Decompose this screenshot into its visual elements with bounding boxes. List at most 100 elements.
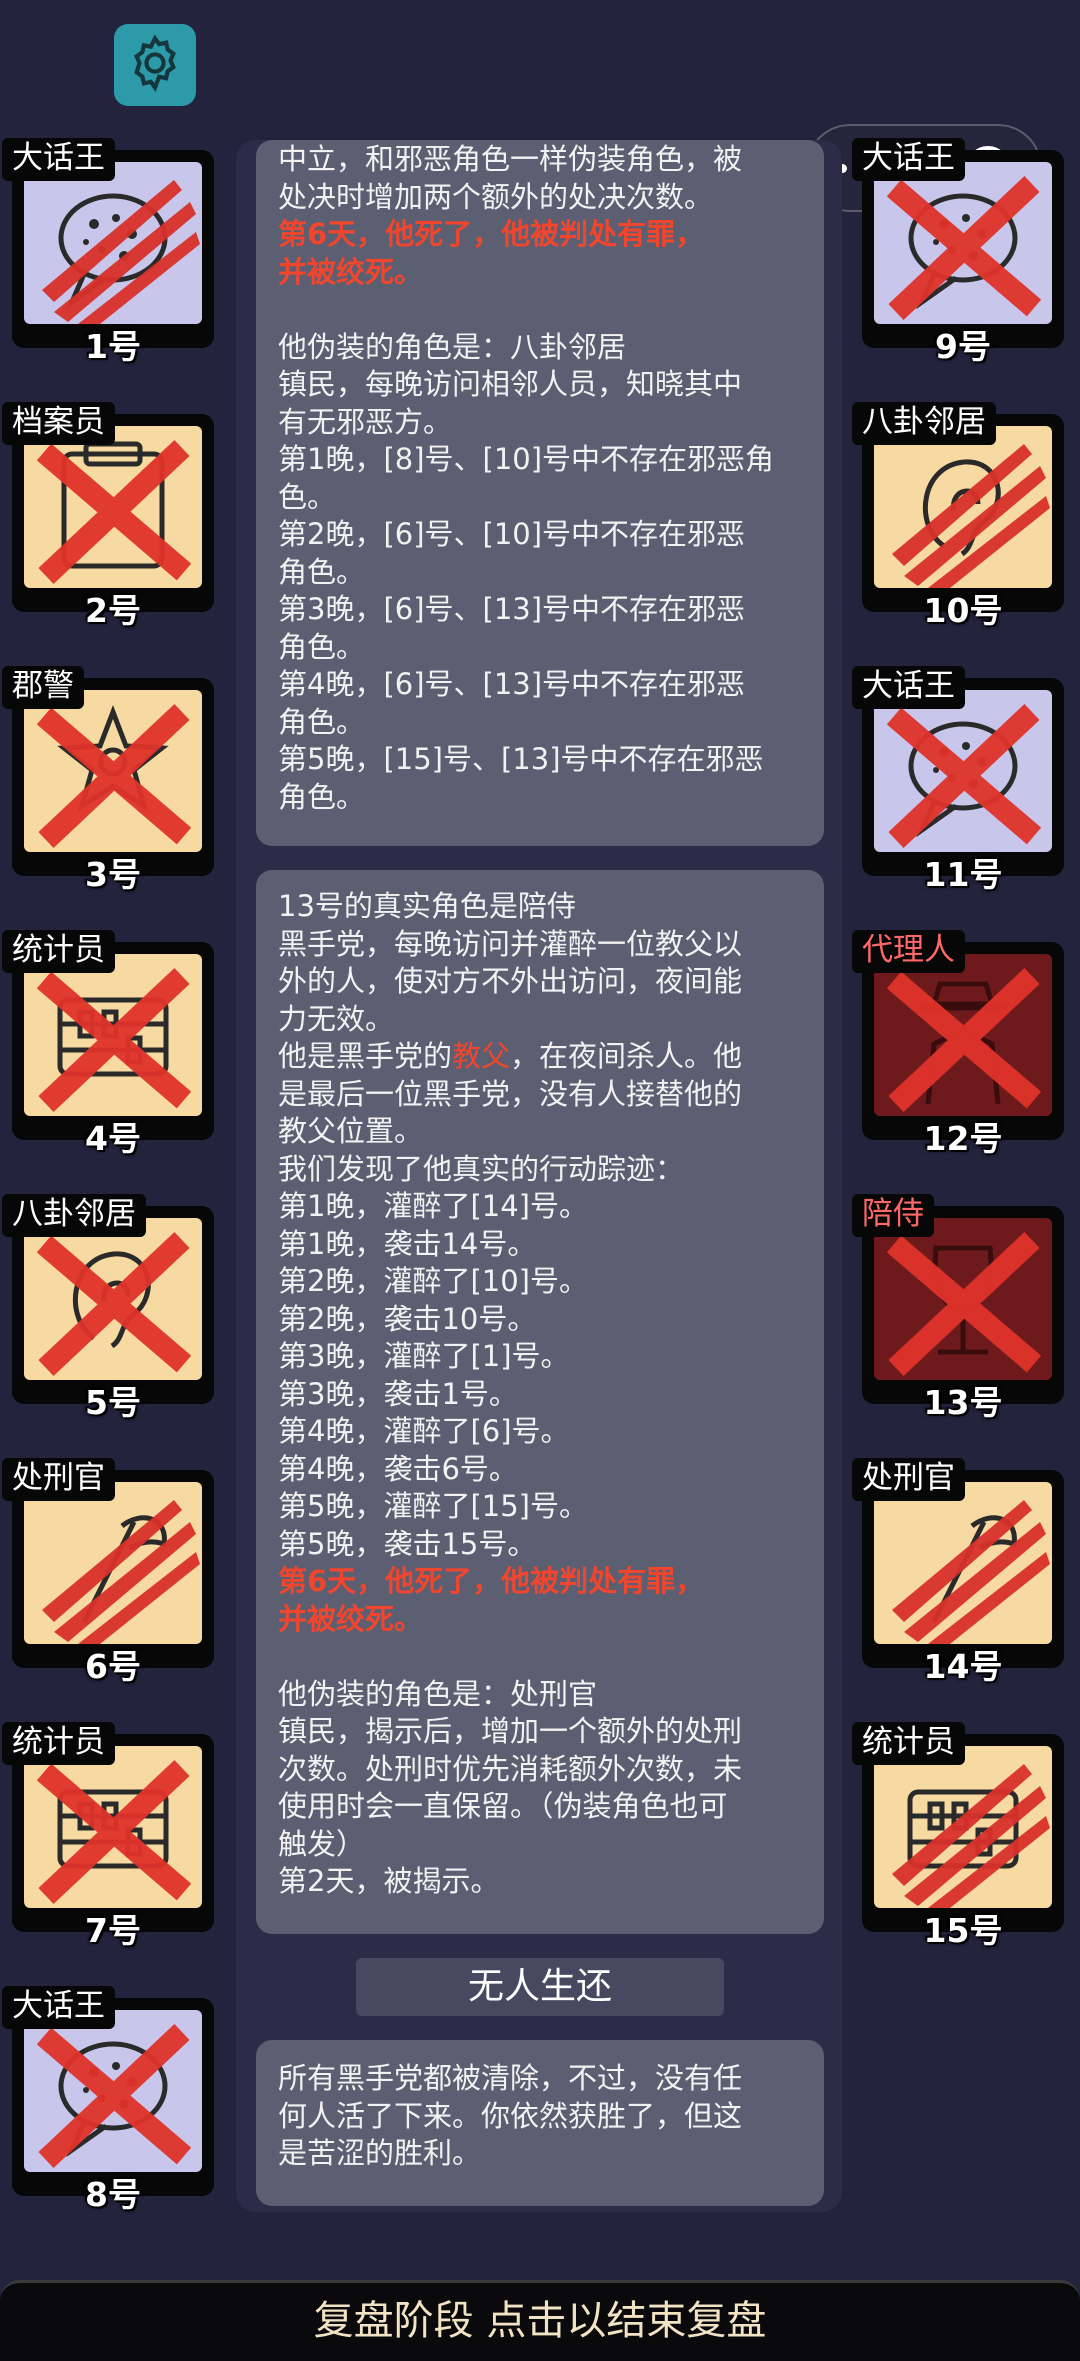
log-spacer — [278, 291, 802, 329]
role-name: 大话王 — [852, 138, 965, 182]
log-line: 第2晚，灌醉了[10]号。 — [278, 1264, 588, 1298]
log-line: 他伪装的角色是：八卦邻居 — [278, 329, 627, 364]
role-keyword: 教父 — [452, 1039, 511, 1073]
log-line: 第4晚，[6]号、[13]号中不存在邪恶 — [278, 667, 746, 701]
log-line: 第5晚，袭击15号。 — [278, 1526, 537, 1561]
role-name: 统计员 — [2, 1722, 115, 1766]
card-portrait — [874, 1482, 1052, 1644]
log-line: 13号的真实角色是陪侍 — [278, 889, 576, 923]
player-card[interactable]: 郡警 3号 — [2, 666, 214, 894]
player-card[interactable]: 大话王 1号 — [2, 138, 214, 366]
player-number: 8号 — [85, 2175, 141, 2214]
player-card[interactable]: 统计员 4号 — [2, 930, 214, 1158]
log-line: 是苦涩的胜利。 — [278, 2136, 482, 2170]
card-portrait — [24, 426, 202, 588]
log-text: ，在夜间杀人。他 — [510, 1039, 743, 1073]
eliminated-cross-icon — [886, 1231, 1042, 1377]
log-line: 次数。处刑时优先消耗额外次数，未 — [278, 1751, 743, 1786]
log-line: 中立，和邪恶角色一样伪装角色，被 — [278, 142, 743, 176]
player-card[interactable]: 陪侍 13号 — [852, 1194, 1064, 1422]
eliminated-cross-icon — [36, 703, 192, 849]
player-number: 13号 — [923, 1383, 1003, 1422]
role-name: 处刑官 — [2, 1458, 115, 1502]
role-name: 大话王 — [2, 1986, 115, 2030]
log-line: 镇民，每晚访问相邻人员，知晓其中 — [278, 367, 743, 401]
end-review-button[interactable]: 复盘阶段 点击以结束复盘 — [0, 2280, 1080, 2361]
claw-mark-icon — [892, 1500, 1050, 1644]
log-line: 角色。 — [278, 554, 366, 589]
player-card[interactable]: 大话王 8号 — [2, 1986, 214, 2214]
log-line: 第4晚，袭击6号。 — [278, 1451, 518, 1486]
log-line: 他伪装的角色是：处刑官 — [278, 1676, 598, 1711]
log-line: 有无邪恶方。 — [278, 404, 453, 439]
player-number: 2号 — [85, 591, 141, 630]
log-line: 第2晚，袭击10号。 — [278, 1301, 537, 1336]
player-number: 5号 — [85, 1383, 141, 1422]
log-line: 第2天，被揭示。 — [278, 1864, 500, 1898]
log-panel-role-reveal-1: 中立，和邪恶角色一样伪装角色，被 处决时增加两个额外的处决次数。 第6天，他死了，他… — [256, 140, 824, 846]
log-line: 使用时会一直保留。（伪装角色也可 — [278, 1789, 728, 1823]
eliminated-cross-icon — [36, 1231, 192, 1377]
role-name: 八卦邻居 — [852, 402, 996, 446]
card-portrait — [24, 1482, 202, 1644]
card-portrait — [874, 426, 1052, 588]
log-line: 角色。 — [278, 704, 366, 739]
card-portrait — [874, 690, 1052, 852]
player-card[interactable]: 统计员 7号 — [2, 1722, 214, 1950]
role-name: 陪侍 — [852, 1194, 934, 1238]
log-line: 所有黑手党都被清除，不过，没有任 — [278, 2061, 743, 2095]
log-line: 角色。 — [278, 779, 366, 814]
player-number: 9号 — [935, 327, 991, 366]
log-line: 角色。 — [278, 629, 366, 664]
card-portrait — [874, 1746, 1052, 1908]
claw-mark-icon — [892, 444, 1050, 588]
player-card[interactable]: 大话王 11号 — [852, 666, 1064, 894]
log-line: 他是黑手党的教父，在夜间杀人。他 — [278, 1038, 802, 1076]
log-line: 第3晚，袭击1号。 — [278, 1376, 518, 1411]
player-card[interactable]: 大话王 9号 — [852, 138, 1064, 366]
log-line: 触发） — [278, 1826, 366, 1861]
claw-mark-icon — [42, 180, 200, 324]
card-portrait — [24, 954, 202, 1116]
role-name: 郡警 — [2, 666, 84, 710]
eliminated-cross-icon — [886, 967, 1042, 1113]
gear-icon — [124, 32, 186, 98]
player-card[interactable]: 代理人 12号 — [852, 930, 1064, 1158]
player-number: 10号 — [923, 591, 1003, 630]
role-name: 档案员 — [2, 402, 115, 446]
log-line: 第4晚，灌醉了[6]号。 — [278, 1414, 570, 1448]
eliminated-cross-icon — [36, 2023, 192, 2169]
claw-mark-icon — [42, 1500, 200, 1644]
log-line: 是最后一位黑手党，没有人接替他的 — [278, 1076, 743, 1111]
log-line: 第1晚，灌醉了[14]号。 — [278, 1189, 588, 1223]
log-line: 第5晚，灌醉了[15]号。 — [278, 1489, 588, 1523]
eliminated-cross-icon — [36, 967, 192, 1113]
player-card[interactable]: 处刑官 6号 — [2, 1458, 214, 1686]
card-portrait — [874, 162, 1052, 324]
log-line: 第6天，他死了，他被判处有罪， — [278, 1564, 705, 1598]
log-line: 色。 — [278, 479, 337, 514]
log-line: 处决时增加两个额外的处决次数。 — [278, 179, 714, 214]
player-card[interactable]: 八卦邻居 5号 — [2, 1194, 214, 1422]
role-name: 大话王 — [2, 138, 115, 182]
player-card[interactable]: 处刑官 14号 — [852, 1458, 1064, 1686]
card-portrait — [24, 162, 202, 324]
player-card[interactable]: 八卦邻居 10号 — [852, 402, 1064, 630]
player-number: 14号 — [923, 1647, 1003, 1686]
player-number: 6号 — [85, 1647, 141, 1686]
role-name: 大话王 — [852, 666, 965, 710]
result-summary-panel: 所有黑手党都被清除，不过，没有任 何人活了下来。你依然获胜了，但这 是苦涩的胜利。 — [256, 2040, 824, 2206]
log-line: 第1晚，[8]号、[10]号中不存在邪恶角 — [278, 442, 775, 476]
eliminated-cross-icon — [36, 439, 192, 585]
log-text: 他是黑手党的 — [278, 1039, 453, 1073]
player-card[interactable]: 统计员 15号 — [852, 1722, 1064, 1950]
player-card[interactable]: 档案员 2号 — [2, 402, 214, 630]
player-number: 7号 — [85, 1911, 141, 1950]
settings-button[interactable] — [114, 24, 196, 106]
log-line: 第5晚，[15]号、[13]号中不存在邪恶 — [278, 742, 764, 776]
role-name: 代理人 — [852, 930, 965, 974]
role-name: 处刑官 — [852, 1458, 965, 1502]
log-line: 第3晚，灌醉了[1]号。 — [278, 1339, 570, 1373]
log-panel-role-reveal-13: 13号的真实角色是陪侍 黑手党，每晚访问并灌醉一位教父以 外的人，使对方不外出访问，… — [256, 870, 824, 1934]
log-line: 第1晚，袭击14号。 — [278, 1226, 537, 1261]
